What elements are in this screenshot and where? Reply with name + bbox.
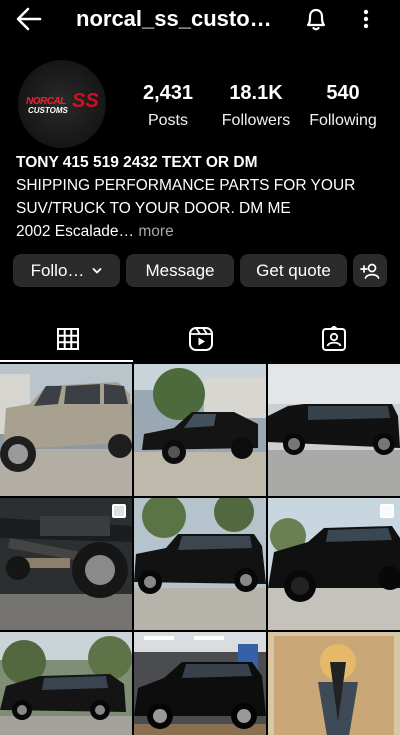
add-person-icon [360, 263, 380, 279]
post-thumbnail[interactable] [0, 632, 132, 735]
profile-tabs [0, 318, 400, 362]
profile-bio: TONY 415 519 2432 TEXT OR DM SHIPPING PE… [16, 151, 388, 243]
arrow-left-icon[interactable] [14, 6, 44, 32]
posts-count: 2,431 [142, 82, 194, 104]
bio-more-link[interactable]: more [134, 223, 173, 240]
post-thumbnail[interactable] [134, 364, 266, 496]
following-count: 540 [326, 82, 360, 104]
post-image [0, 632, 132, 735]
bio-line: SUV/TRUCK TO YOUR DOOR. DM ME [16, 200, 291, 217]
bio-line: SHIPPING PERFORMANCE PARTS FOR YOUR [16, 177, 356, 194]
post-thumbnail[interactable] [0, 364, 132, 496]
followers-stat[interactable]: 18.1K Followers [216, 82, 296, 130]
tagged-icon[interactable] [319, 326, 349, 352]
get-quote-button[interactable]: Get quote [240, 254, 347, 287]
post-thumbnail[interactable] [268, 498, 400, 630]
posts-label: Posts [147, 112, 188, 129]
message-button[interactable]: Message [126, 254, 234, 287]
post-thumbnail[interactable] [268, 364, 400, 496]
post-image [134, 364, 266, 496]
reels-icon[interactable] [186, 326, 216, 352]
posts-stat[interactable]: 2,431 Posts [136, 82, 200, 130]
multi-post-icon [112, 504, 126, 518]
suggest-accounts-button[interactable] [353, 254, 387, 287]
more-vertical-icon[interactable] [356, 6, 376, 32]
post-thumbnail[interactable] [268, 632, 400, 735]
avatar[interactable]: NORCAL CUSTOMS SS [18, 60, 106, 148]
avatar-logo-mark: SS [72, 90, 99, 112]
bio-line-last: 2002 Escalade… more [16, 220, 388, 243]
chevron-down-icon [93, 267, 102, 273]
grid-icon[interactable] [53, 326, 83, 352]
avatar-logo-subtext: CUSTOMS [28, 106, 68, 115]
message-button-label: Message [145, 260, 215, 280]
post-thumbnail[interactable] [134, 632, 266, 735]
post-image [134, 632, 266, 735]
top-bar: norcal_ss_custo… [0, 0, 400, 40]
multi-post-icon [380, 504, 394, 518]
post-image [268, 364, 400, 496]
following-stat[interactable]: 540 Following [304, 82, 382, 130]
bell-icon[interactable] [302, 6, 330, 32]
active-tab-indicator [0, 360, 133, 362]
profile-username: norcal_ss_custo… [76, 6, 272, 31]
post-image [0, 364, 132, 496]
post-image [268, 632, 400, 735]
following-label: Following [309, 112, 377, 129]
followers-label: Followers [221, 112, 291, 129]
get-quote-button-label: Get quote [256, 260, 331, 280]
following-dropdown-button[interactable]: Follo… [13, 254, 120, 287]
bio-name: TONY 415 519 2432 TEXT OR DM [16, 154, 258, 171]
posts-grid [0, 364, 400, 735]
follow-button-label: Follo… [30, 260, 85, 280]
post-image [134, 498, 266, 630]
followers-count: 18.1K [229, 82, 283, 104]
post-thumbnail[interactable] [0, 498, 132, 630]
bio-line-text: 2002 Escalade… [16, 223, 135, 240]
post-thumbnail[interactable] [134, 498, 266, 630]
